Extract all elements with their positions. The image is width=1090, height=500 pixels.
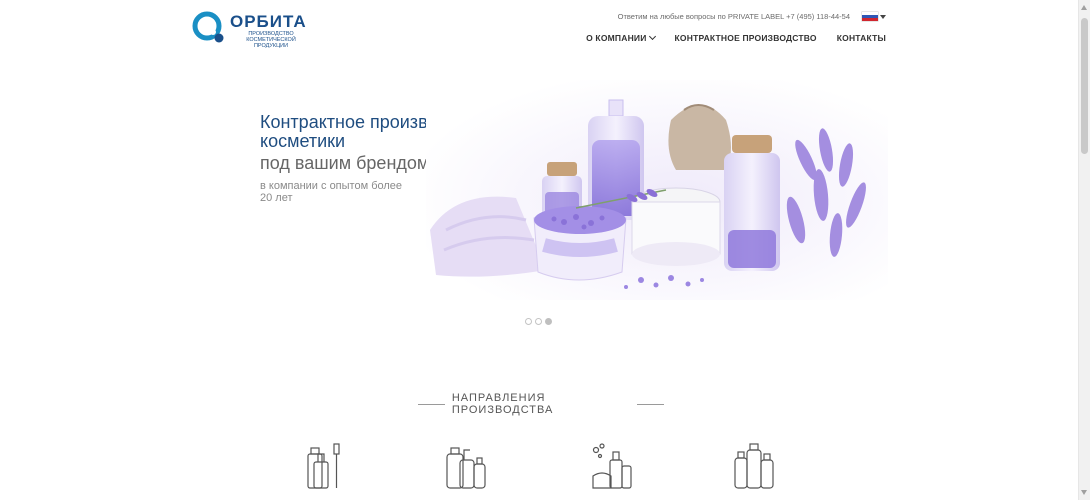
divider — [418, 403, 445, 405]
nav-item-label: КОНТАКТЫ — [836, 33, 886, 43]
scroll-down-icon[interactable] — [1081, 490, 1087, 495]
section-heading: НАПРАВЛЕНИЯ ПРОИЗВОДСТВА — [418, 392, 664, 416]
hero-note: в компании с опытом более 20 лет — [260, 180, 403, 204]
orbit-logo-icon — [192, 11, 224, 43]
nav-item-label: КОНТРАКТНОЕ ПРОИЗВОДСТВО — [674, 33, 817, 43]
category-cosmetics[interactable] — [732, 440, 776, 490]
contact-text: Ответим на любые вопросы по PRIVATE LABE… — [617, 12, 850, 21]
slider-dot-2[interactable] — [535, 318, 542, 325]
cosmetic-bottles-icon — [734, 443, 774, 489]
lavender-cosmetics-photo — [426, 80, 888, 300]
slider-dot-1[interactable] — [525, 318, 532, 325]
divider — [637, 403, 664, 405]
nav-item-label: О КОМПАНИИ — [586, 33, 647, 43]
section-title: НАПРАВЛЕНИЯ ПРОИЗВОДСТВА — [451, 392, 554, 416]
flag-russia-icon[interactable] — [862, 12, 878, 21]
scrollbar[interactable] — [1078, 0, 1090, 500]
category-hair-care[interactable] — [444, 440, 488, 490]
category-oral-care[interactable] — [304, 440, 348, 490]
chevron-down-icon — [648, 32, 656, 41]
category-bath-body[interactable] — [590, 440, 634, 490]
brand-tagline: производство косметической продукции — [246, 31, 296, 49]
slider-dot-3[interactable] — [545, 318, 552, 325]
shampoo-bottles-icon — [446, 447, 486, 489]
nav-item-about[interactable]: О КОМПАНИИ — [586, 32, 656, 43]
toothpaste-toothbrush-icon — [307, 443, 340, 489]
slider-dots — [525, 318, 555, 325]
nav-item-contacts[interactable]: КОНТАКТЫ — [837, 33, 886, 43]
scrollbar-thumb[interactable] — [1081, 18, 1088, 154]
logo[interactable]: ОРБИТА производство косметической продук… — [192, 11, 322, 49]
language-caret-icon[interactable] — [880, 14, 886, 19]
top-contact-line: Ответим на любые вопросы по PRIVATE LABE… — [618, 12, 886, 21]
brand-name: ОРБИТА — [230, 12, 307, 31]
nav-item-contract-production[interactable]: КОНТРАКТНОЕ ПРОИЗВОДСТВО — [675, 33, 817, 43]
main-nav: О КОМПАНИИ КОНТРАКТНОЕ ПРОИЗВОДСТВО КОНТ… — [586, 32, 886, 43]
scroll-up-icon[interactable] — [1081, 5, 1087, 10]
bath-products-icon — [592, 443, 632, 489]
